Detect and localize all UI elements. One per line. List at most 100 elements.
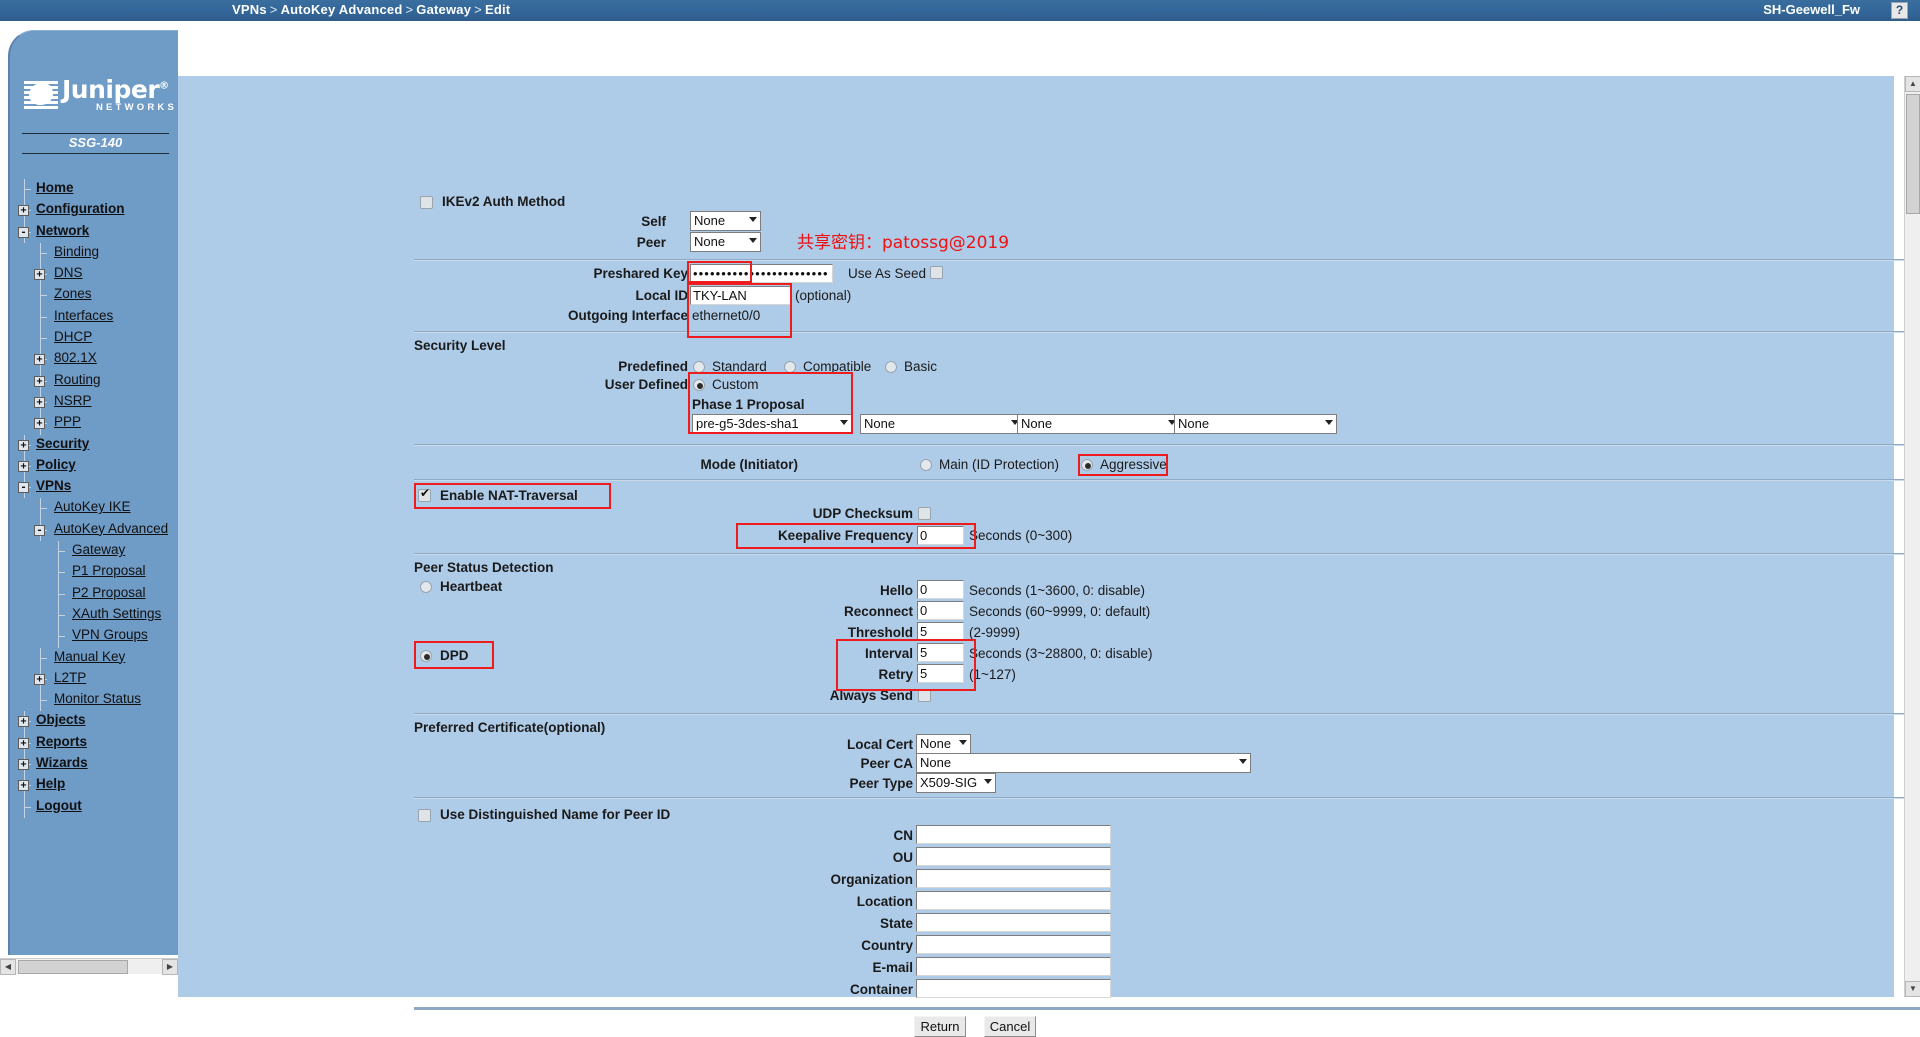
container-input[interactable] xyxy=(916,979,1111,998)
expand-icon[interactable]: + xyxy=(18,460,29,472)
expand-icon[interactable]: + xyxy=(34,269,45,281)
expand-icon[interactable]: + xyxy=(18,737,29,749)
sidebar-item-p1-proposal[interactable]: P1 Proposal xyxy=(10,562,180,584)
sidebar-item-binding[interactable]: Binding xyxy=(10,242,180,265)
scroll-down-icon[interactable]: ▼ xyxy=(1905,981,1920,997)
phase1-proposal-select-1[interactable]: pre-g5-3des-sha1 xyxy=(692,414,852,434)
expand-icon[interactable]: + xyxy=(18,716,29,728)
reconnect-input[interactable]: 0 xyxy=(917,601,964,620)
sidebar-item-wizards[interactable]: + Wizards xyxy=(10,754,180,776)
cancel-button[interactable]: Cancel xyxy=(984,1016,1036,1037)
cn-input[interactable] xyxy=(916,825,1111,844)
sidebar-item-interfaces[interactable]: Interfaces xyxy=(10,306,180,329)
expand-icon[interactable]: + xyxy=(34,354,45,366)
sidebar-horizontal-scrollbar[interactable]: ◀ ▶ xyxy=(0,958,178,975)
ou-input[interactable] xyxy=(916,847,1111,866)
sidebar-item-ppp[interactable]: + PPP xyxy=(10,413,180,435)
sidebar-item-autokey-ike[interactable]: AutoKey IKE xyxy=(10,498,180,520)
keepalive-frequency-input[interactable]: 0 xyxy=(917,526,964,545)
help-icon[interactable]: ? xyxy=(1891,2,1908,19)
breadcrumb-item-gateway[interactable]: Gateway xyxy=(416,2,471,17)
organization-input[interactable] xyxy=(916,869,1111,888)
udp-checksum-checkbox[interactable] xyxy=(918,507,931,520)
sidebar-item-autokey-advanced[interactable]: - AutoKey Advanced xyxy=(10,519,180,542)
mode-aggressive-radio[interactable] xyxy=(1081,459,1093,471)
sidebar-item-nsrp[interactable]: + NSRP xyxy=(10,391,180,414)
use-as-seed-checkbox[interactable] xyxy=(930,266,943,279)
sidebar-item-home[interactable]: Home xyxy=(10,179,180,201)
scroll-up-icon[interactable]: ▲ xyxy=(1905,76,1920,92)
email-input[interactable] xyxy=(916,957,1111,976)
expand-icon[interactable]: + xyxy=(18,439,29,451)
sidebar-item-logout[interactable]: Logout xyxy=(10,796,180,818)
preshared-key-input[interactable]: •••••••••••••••••••••••• xyxy=(690,264,833,283)
hello-input[interactable]: 0 xyxy=(917,580,964,599)
sidebar-hscroll-thumb[interactable] xyxy=(18,960,128,974)
return-button[interactable]: Return xyxy=(914,1016,966,1037)
sidebar-item-security[interactable]: + Security xyxy=(10,434,180,456)
expand-icon[interactable]: + xyxy=(18,759,29,771)
threshold-input[interactable]: 5 xyxy=(917,622,964,641)
outgoing-interface-value[interactable]: ethernet0/0 xyxy=(692,308,760,323)
scroll-left-icon[interactable]: ◀ xyxy=(0,959,16,975)
sidebar-item-network[interactable]: - Network xyxy=(10,221,180,243)
heartbeat-radio[interactable] xyxy=(420,581,432,593)
mode-main-radio[interactable] xyxy=(920,459,932,471)
state-input[interactable] xyxy=(916,913,1111,932)
phase1-proposal-select-2[interactable]: None xyxy=(860,414,1023,434)
sidebar-item-vpns[interactable]: - VPNs xyxy=(10,477,180,499)
expand-icon[interactable]: + xyxy=(34,375,45,387)
sidebar-item-zones[interactable]: Zones xyxy=(10,285,180,307)
dpd-radio[interactable] xyxy=(420,650,432,662)
sidebar-item-help[interactable]: + Help xyxy=(10,775,180,797)
ikev2-peer-select[interactable]: None xyxy=(690,232,761,252)
collapse-icon[interactable]: - xyxy=(34,524,45,536)
expand-icon[interactable]: + xyxy=(34,418,45,430)
retry-input[interactable]: 5 xyxy=(917,664,964,683)
local-cert-select[interactable]: None xyxy=(916,734,971,754)
expand-icon[interactable]: + xyxy=(34,396,45,408)
collapse-icon[interactable]: - xyxy=(18,226,29,238)
sidebar-item-objects[interactable]: + Objects xyxy=(10,711,180,733)
expand-icon[interactable]: + xyxy=(18,205,29,217)
content-vertical-scrollbar[interactable]: ▲ ▼ xyxy=(1904,76,1920,997)
sidebar-item-l2tp[interactable]: + L2TP xyxy=(10,668,180,691)
predefined-standard-radio[interactable] xyxy=(693,361,705,373)
phase1-proposal-select-4[interactable]: None xyxy=(1174,414,1337,434)
phase1-proposal-select-3[interactable]: None xyxy=(1017,414,1180,434)
sidebar-item-vpn-groups[interactable]: VPN Groups xyxy=(10,626,180,648)
sidebar-item-configuration[interactable]: + Configuration xyxy=(10,200,180,222)
sidebar-item-dns[interactable]: + DNS xyxy=(10,264,180,286)
expand-icon[interactable]: + xyxy=(34,673,45,685)
expand-icon[interactable]: + xyxy=(18,780,29,792)
country-input[interactable] xyxy=(916,935,1111,954)
peer-type-select[interactable]: X509-SIG xyxy=(916,773,996,793)
peer-ca-select[interactable]: None xyxy=(916,753,1251,773)
sidebar-item-gateway[interactable]: Gateway xyxy=(10,541,180,563)
sidebar-item-dhcp[interactable]: DHCP xyxy=(10,328,180,350)
sidebar-item-xauth-settings[interactable]: XAuth Settings xyxy=(10,604,180,627)
breadcrumb-item-vpns[interactable]: VPNs xyxy=(232,2,267,17)
collapse-icon[interactable]: - xyxy=(18,482,29,494)
sidebar-item-reports[interactable]: + Reports xyxy=(10,732,180,755)
sidebar-item-monitor-status[interactable]: Monitor Status xyxy=(10,690,180,712)
ikev2-self-select[interactable]: None xyxy=(690,211,761,231)
use-distinguished-name-checkbox[interactable] xyxy=(418,809,431,822)
always-send-checkbox[interactable] xyxy=(918,689,931,702)
sidebar-item-p2-proposal[interactable]: P2 Proposal xyxy=(10,583,180,605)
enable-nat-traversal-checkbox[interactable] xyxy=(418,486,431,502)
breadcrumb-item-autokey-advanced[interactable]: AutoKey Advanced xyxy=(281,2,403,17)
custom-radio[interactable] xyxy=(693,379,705,391)
sidebar-item-policy[interactable]: + Policy xyxy=(10,455,180,478)
content-scroll-thumb[interactable] xyxy=(1906,94,1920,214)
local-id-input[interactable]: TKY-LAN xyxy=(690,286,791,305)
ikev2-auth-method-checkbox[interactable] xyxy=(420,196,433,209)
predefined-compatible-radio[interactable] xyxy=(784,361,796,373)
sidebar-item-routing[interactable]: + Routing xyxy=(10,370,180,392)
scroll-right-icon[interactable]: ▶ xyxy=(162,959,178,975)
sidebar-item-manual-key[interactable]: Manual Key xyxy=(10,647,180,669)
location-input[interactable] xyxy=(916,891,1111,910)
sidebar-item-802-1x[interactable]: +802.1X xyxy=(10,349,180,371)
interval-input[interactable]: 5 xyxy=(917,643,964,662)
predefined-basic-radio[interactable] xyxy=(885,361,897,373)
